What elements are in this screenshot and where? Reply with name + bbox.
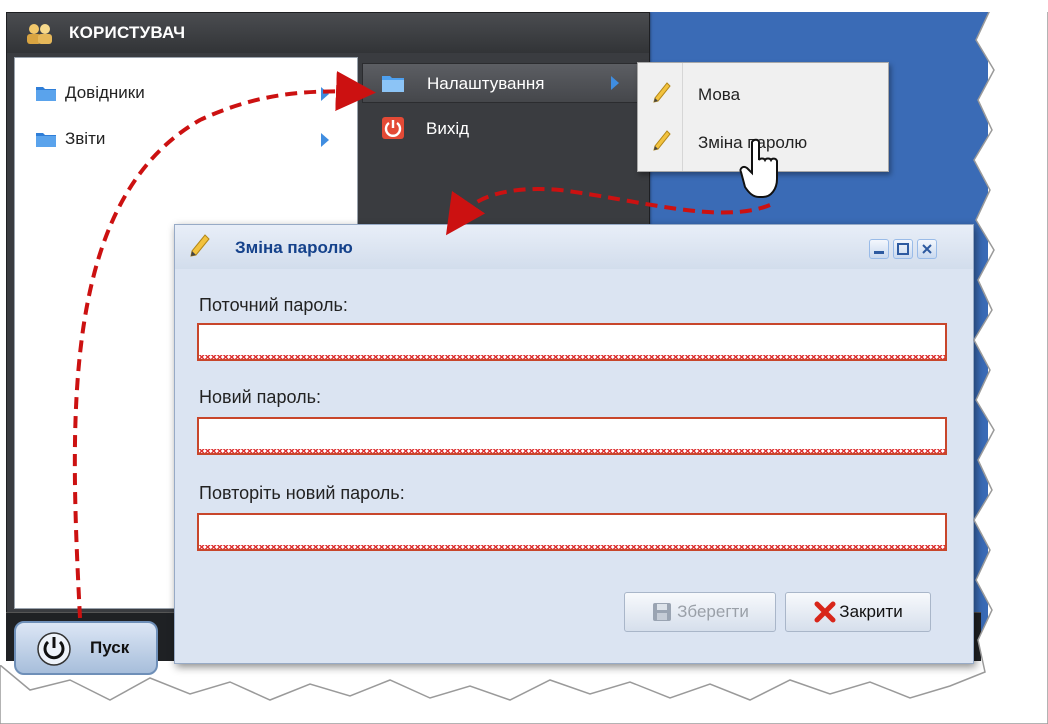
screenshot-frame: КОРИСТУВАЧ Довідники Звіти Налаштування … xyxy=(0,0,1048,724)
torn-edge-frame xyxy=(0,0,1048,724)
hand-cursor-icon xyxy=(738,138,784,205)
